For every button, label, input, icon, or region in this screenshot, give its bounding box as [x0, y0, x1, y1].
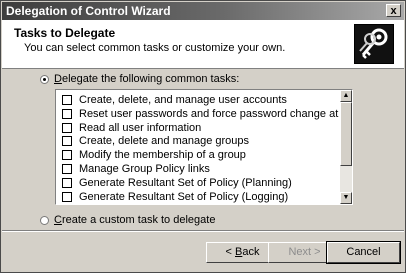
task-checkbox[interactable]	[62, 122, 72, 133]
task-list-scrollbar[interactable]: ▲ ▼	[340, 90, 352, 204]
title-bar[interactable]: Delegation of Control Wizard x	[2, 2, 404, 20]
task-checkbox[interactable]	[62, 177, 72, 188]
task-item[interactable]: Create, delete, and manage user accounts	[60, 94, 340, 108]
wizard-header: Tasks to Delegate You can select common …	[2, 20, 404, 69]
scroll-up-button[interactable]: ▲	[340, 90, 352, 102]
wizard-window: Delegation of Control Wizard x Tasks to …	[0, 0, 406, 273]
task-checkbox[interactable]	[62, 164, 72, 174]
page-title: Tasks to Delegate	[14, 26, 116, 40]
task-item[interactable]: Modify the membership of a group	[60, 149, 340, 163]
task-list[interactable]: Create, delete, and manage user accounts…	[55, 89, 353, 205]
custom-task-label-accel: C	[54, 214, 62, 226]
task-checkbox[interactable]	[62, 150, 72, 161]
page-subtitle: You can select common tasks or customize…	[24, 42, 286, 54]
task-item[interactable]: Create, delete and manage groups	[60, 135, 340, 149]
delegate-common-label-text: elegate the following common tasks:	[61, 73, 240, 85]
task-item[interactable]: Reset user passwords and force password …	[60, 108, 352, 122]
task-checkbox[interactable]	[62, 191, 72, 202]
back-button-prefix: <	[225, 246, 235, 258]
task-label: Generate Resultant Set of Policy (Planni…	[79, 176, 292, 189]
back-button-text: ack	[242, 246, 260, 258]
close-icon: x	[390, 5, 397, 17]
task-label: Reset user passwords and force password …	[79, 107, 352, 120]
custom-task-label-text: reate a custom task to delegate	[61, 214, 216, 226]
delegate-common-radio[interactable]	[40, 75, 49, 84]
task-label: Create, delete and manage groups	[79, 135, 250, 148]
scroll-thumb[interactable]	[340, 102, 352, 166]
task-checkbox[interactable]	[62, 95, 72, 105]
window-title: Delegation of Control Wizard	[6, 4, 171, 18]
task-item[interactable]: Manage Group Policy links	[60, 163, 340, 177]
delegate-common-label[interactable]: Delegate the following common tasks:	[54, 73, 239, 85]
task-item[interactable]: Generate Resultant Set of Policy (Loggin…	[60, 190, 340, 204]
task-item[interactable]: Read all user information	[60, 122, 340, 136]
task-checkbox[interactable]	[62, 136, 72, 147]
task-label: Create, delete, and manage user accounts	[79, 94, 287, 106]
task-label: Generate Resultant Set of Policy (Loggin…	[79, 190, 289, 203]
keys-icon	[354, 24, 394, 64]
task-label: Manage Group Policy links	[79, 163, 210, 175]
custom-task-radio[interactable]	[40, 216, 49, 225]
task-item[interactable]: Generate Resultant Set of Policy (Planni…	[60, 177, 340, 191]
task-checkbox[interactable]	[62, 108, 72, 119]
cancel-button[interactable]: Cancel	[326, 241, 401, 264]
scroll-down-button[interactable]: ▼	[340, 192, 352, 204]
close-button[interactable]: x	[386, 4, 401, 17]
wizard-body: Delegate the following common tasks: Cre…	[2, 69, 404, 229]
custom-task-label[interactable]: Create a custom task to delegate	[54, 214, 215, 226]
footer-separator	[2, 230, 404, 232]
task-label: Read all user information	[79, 121, 202, 134]
task-label: Modify the membership of a group	[79, 149, 246, 162]
delegate-common-label-accel: D	[54, 73, 62, 85]
